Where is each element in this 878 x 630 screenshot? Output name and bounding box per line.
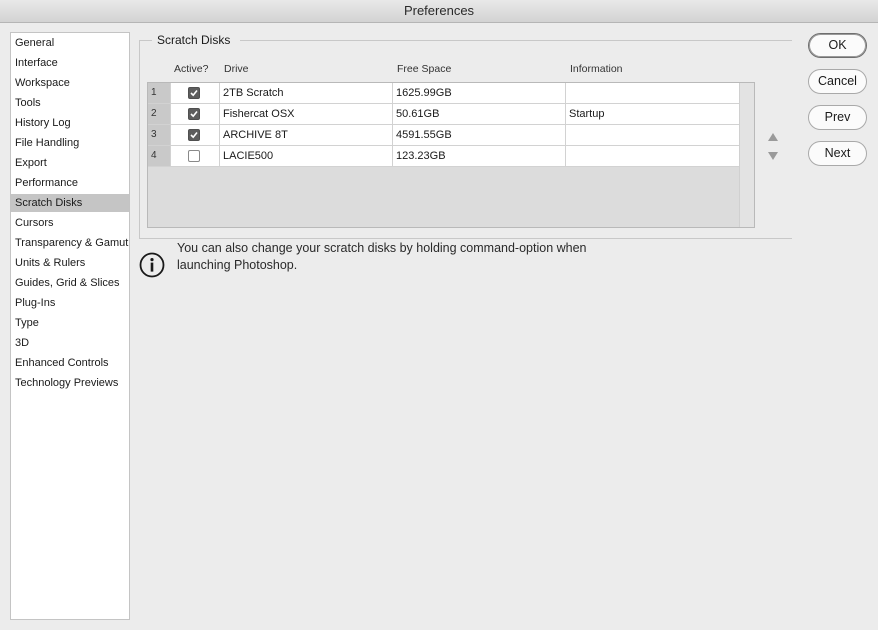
sidebar-item-plug-ins[interactable]: Plug-Ins: [11, 294, 129, 312]
triangle-up-icon[interactable]: [767, 131, 779, 143]
table-row[interactable]: 1 2TB Scratch 1625.99GB: [148, 83, 740, 104]
window-title: Preferences: [0, 0, 878, 23]
active-cell: [171, 125, 220, 145]
checkmark-icon: [190, 131, 198, 139]
info-icon: [139, 252, 165, 278]
sidebar-item-file-handling[interactable]: File Handling: [11, 134, 129, 152]
sidebar-item-interface[interactable]: Interface: [11, 54, 129, 72]
free-space-cell: 123.23GB: [393, 146, 566, 166]
sidebar-item-history-log[interactable]: History Log: [11, 114, 129, 132]
free-space-cell: 50.61GB: [393, 104, 566, 124]
sidebar-item-scratch-disks[interactable]: Scratch Disks: [11, 194, 129, 212]
group-border: [240, 40, 792, 41]
row-number: 2: [148, 104, 171, 124]
table-row[interactable]: 2 Fishercat OSX 50.61GB Startup: [148, 104, 740, 125]
free-space-cell: 4591.55GB: [393, 125, 566, 145]
drive-cell: 2TB Scratch: [220, 83, 393, 103]
next-button[interactable]: Next: [808, 141, 867, 166]
information-cell: [566, 83, 740, 103]
info-message: You can also change your scratch disks b…: [177, 241, 587, 272]
sidebar-item-3d[interactable]: 3D: [11, 334, 129, 352]
group-border: [139, 238, 792, 239]
table-scrollbar[interactable]: [739, 83, 754, 227]
checkmark-icon: [190, 89, 198, 97]
active-cell: [171, 104, 220, 124]
sidebar-item-transparency-gamut[interactable]: Transparency & Gamut: [11, 234, 129, 252]
column-header-drive: Drive: [224, 63, 249, 75]
section-title: Scratch Disks: [157, 33, 231, 47]
information-cell: [566, 146, 740, 166]
drive-cell: ARCHIVE 8T: [220, 125, 393, 145]
sidebar-item-type[interactable]: Type: [11, 314, 129, 332]
checkmark-icon: [190, 110, 198, 118]
information-cell: Startup: [569, 108, 605, 120]
row-number: 4: [148, 146, 171, 166]
active-cell: [171, 83, 220, 103]
column-header-free-space: Free Space: [397, 63, 452, 75]
active-checkbox[interactable]: [188, 150, 200, 162]
triangle-down-icon[interactable]: [767, 150, 779, 162]
active-checkbox[interactable]: [188, 108, 200, 120]
information-cell: [566, 125, 740, 145]
sidebar-item-guides-grid-slices[interactable]: Guides, Grid & Slices: [11, 274, 129, 292]
preferences-sidebar: General Interface Workspace Tools Histor…: [10, 32, 130, 620]
table-row[interactable]: 4 LACIE500 123.23GB: [148, 146, 740, 167]
sidebar-item-export[interactable]: Export: [11, 154, 129, 172]
column-header-active: Active?: [174, 63, 209, 75]
cancel-button[interactable]: Cancel: [808, 69, 867, 94]
sidebar-item-enhanced-controls[interactable]: Enhanced Controls: [11, 354, 129, 372]
sidebar-item-workspace[interactable]: Workspace: [11, 74, 129, 92]
sidebar-item-general[interactable]: General: [11, 34, 129, 52]
prev-button[interactable]: Prev: [808, 105, 867, 130]
free-space-cell: 1625.99GB: [393, 83, 566, 103]
drive-cell: Fishercat OSX: [220, 104, 393, 124]
sidebar-item-technology-previews[interactable]: Technology Previews: [11, 374, 129, 392]
group-border: [139, 40, 140, 239]
sidebar-item-units-rulers[interactable]: Units & Rulers: [11, 254, 129, 272]
scratch-disks-table: 1 2TB Scratch 1625.99GB 2 Fishercat OSX …: [147, 82, 755, 228]
column-header-information: Information: [570, 63, 623, 75]
active-checkbox[interactable]: [188, 87, 200, 99]
group-border: [140, 40, 152, 41]
sidebar-item-performance[interactable]: Performance: [11, 174, 129, 192]
sidebar-item-tools[interactable]: Tools: [11, 94, 129, 112]
table-row[interactable]: 3 ARCHIVE 8T 4591.55GB: [148, 125, 740, 146]
active-checkbox[interactable]: [188, 129, 200, 141]
row-number: 1: [148, 83, 171, 103]
row-number: 3: [148, 125, 171, 145]
sidebar-item-cursors[interactable]: Cursors: [11, 214, 129, 232]
drive-cell: LACIE500: [220, 146, 393, 166]
active-cell: [171, 146, 220, 166]
ok-button[interactable]: OK: [808, 33, 867, 58]
